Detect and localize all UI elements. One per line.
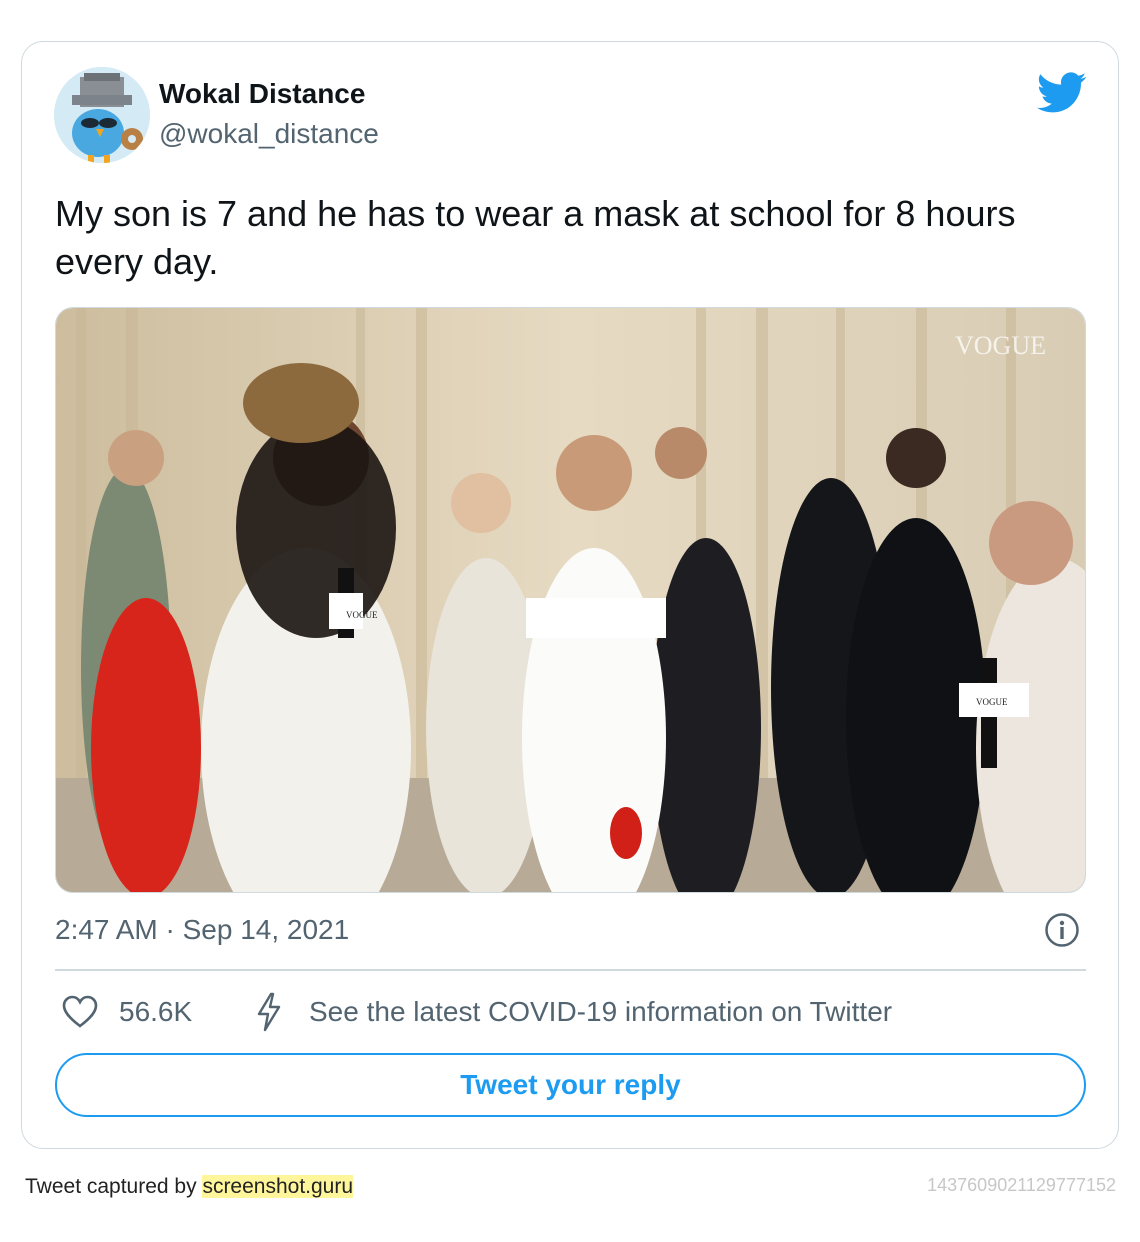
tweet-timestamp[interactable]: 2:47 AM · Sep 14, 2021 [55, 914, 349, 946]
divider [55, 969, 1086, 971]
heart-icon[interactable] [62, 995, 98, 1029]
mic-flag-right: VOGUE [976, 697, 1008, 707]
avatar[interactable] [54, 67, 150, 163]
covid-info-link[interactable]: See the latest COVID-19 information on T… [309, 996, 892, 1028]
like-count[interactable]: 56.6K [119, 996, 192, 1028]
tweet-reply-button[interactable]: Tweet your reply [55, 1053, 1086, 1117]
capture-credit: Tweet captured by screenshot.guru [25, 1175, 354, 1199]
info-icon[interactable] [1044, 912, 1080, 948]
mic-flag-left: VOGUE [346, 610, 378, 620]
author-name[interactable]: Wokal Distance [159, 78, 365, 110]
tweet-id: 1437609021129777152 [927, 1175, 1116, 1195]
media-watermark: VOGUE [955, 331, 1046, 360]
avatar-image [54, 67, 150, 163]
tweet-media[interactable]: VOGUE VOGUE VOGUE [55, 307, 1086, 893]
lightning-bolt-icon[interactable] [254, 992, 284, 1032]
author-handle[interactable]: @wokal_distance [159, 118, 379, 150]
capture-credit-link[interactable]: screenshot.guru [202, 1175, 354, 1198]
media-image: VOGUE VOGUE VOGUE [56, 308, 1085, 892]
tweet-text: My son is 7 and he has to wear a mask at… [55, 193, 1016, 282]
tweet-card: Wokal Distance @wokal_distance My son is… [21, 41, 1119, 1149]
capture-credit-prefix: Tweet captured by [25, 1175, 203, 1198]
twitter-bird-icon[interactable] [1037, 72, 1087, 114]
